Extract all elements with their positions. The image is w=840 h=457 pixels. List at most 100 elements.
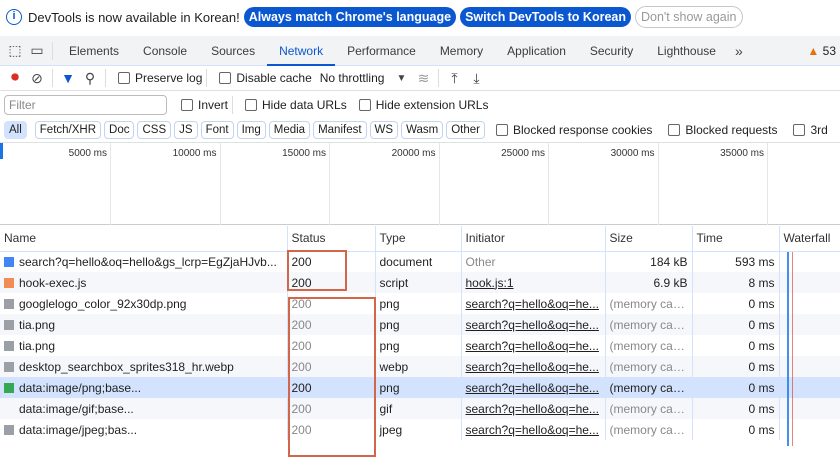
type-filter-manifest[interactable]: Manifest — [313, 121, 367, 139]
hide-extension-urls-checkbox[interactable] — [358, 99, 371, 111]
table-row[interactable]: search?q=hello&oq=hello&gs_lcrp=EgZjaHJv… — [0, 251, 840, 272]
network-conditions-icon[interactable]: ≋ — [412, 70, 434, 87]
request-initiator: Other — [461, 251, 606, 272]
timeline-overview[interactable]: 5000 ms 10000 ms 15000 ms 20000 ms 25000 ms 3… — [0, 143, 840, 225]
import-har-icon[interactable]: ⤒ — [443, 70, 465, 87]
type-filter-other[interactable]: Other — [446, 121, 485, 139]
request-initiator[interactable]: search?q=hello&oq=he... — [461, 314, 606, 335]
type-filter-js[interactable]: JS — [174, 121, 198, 139]
request-initiator[interactable]: search?q=hello&oq=he... — [461, 419, 606, 440]
type-filter-row: All Fetch/XHR Doc CSS JS Font Img Media Manifest… — [0, 118, 840, 143]
table-row[interactable]: data:image/png;base... 200 png search?q=hel… — [0, 377, 840, 398]
switch-korean-button[interactable]: Switch DevTools to Korean — [460, 7, 631, 27]
inspect-element-icon[interactable]: ⬚ — [4, 42, 26, 59]
image-icon — [4, 404, 14, 414]
tab-performance[interactable]: Performance — [335, 36, 428, 66]
request-name-text: data:image/jpeg;bas... — [19, 422, 138, 437]
divider — [232, 96, 234, 114]
preserve-log-label: Preserve log — [135, 71, 203, 85]
request-initiator[interactable]: search?q=hello&oq=he... — [461, 398, 606, 419]
request-name[interactable]: desktop_searchbox_sprites318_hr.webp — [0, 356, 288, 377]
request-name[interactable]: data:image/png;base... — [0, 377, 288, 398]
tab-memory[interactable]: Memory — [428, 36, 495, 66]
highlight-box — [288, 297, 376, 457]
tab-elements[interactable]: Elements — [57, 36, 131, 66]
tab-sources[interactable]: Sources — [199, 36, 267, 66]
tab-console[interactable]: Console — [131, 36, 199, 66]
table-row[interactable]: data:image/gif;base... 200 gif search?q=hel… — [0, 398, 840, 419]
request-name[interactable]: googlelogo_color_92x30dp.png — [0, 293, 288, 314]
column-header-initiator[interactable]: Initiator — [461, 226, 606, 252]
type-filter-all[interactable]: All — [4, 121, 27, 139]
tab-security[interactable]: Security — [578, 36, 645, 66]
request-initiator[interactable]: search?q=hello&oq=he... — [461, 356, 606, 377]
request-type: jpeg — [375, 419, 462, 440]
type-filter-media[interactable]: Media — [268, 121, 311, 139]
filter-input[interactable]: Filter — [4, 95, 167, 115]
type-filter-doc[interactable]: Doc — [104, 121, 135, 139]
type-filter-ws[interactable]: WS — [369, 121, 399, 139]
request-name-text: desktop_searchbox_sprites318_hr.webp — [19, 359, 234, 374]
table-row[interactable]: data:image/jpeg;bas... 200 jpeg search?q=he… — [0, 419, 840, 440]
type-filter-img[interactable]: Img — [236, 121, 266, 139]
request-initiator[interactable]: hook.js:1 — [461, 272, 606, 293]
clear-icon[interactable]: ⊘ — [26, 70, 48, 87]
match-language-button[interactable]: Always match Chrome's language — [243, 7, 457, 27]
hide-data-urls-checkbox[interactable] — [245, 99, 258, 111]
invert-checkbox[interactable] — [181, 99, 193, 111]
tab-lighthouse[interactable]: Lighthouse — [645, 36, 728, 66]
table-row[interactable]: desktop_searchbox_sprites318_hr.webp 200 w… — [0, 356, 840, 377]
table-row[interactable]: hook-exec.js 200 script hook.js:1 6.9 kB 8 ms — [0, 272, 840, 293]
request-name-text: search?q=hello&oq=hello&gs_lcrp=EgZjaHJv… — [19, 254, 277, 269]
third-party-checkbox[interactable] — [793, 124, 806, 136]
timeline-gridline — [219, 143, 221, 225]
request-name[interactable]: tia.png — [0, 314, 288, 335]
table-row[interactable]: googlelogo_color_92x30dp.png 200 png search… — [0, 293, 840, 314]
request-initiator[interactable]: search?q=hello&oq=he... — [461, 335, 606, 356]
column-header-time[interactable]: Time — [692, 226, 780, 252]
request-initiator[interactable]: search?q=hello&oq=he... — [461, 377, 606, 398]
search-icon[interactable]: ⚲ — [79, 70, 101, 87]
table-row[interactable]: tia.png 200 png search?q=hello&oq=he... (mem… — [0, 335, 840, 356]
table-row[interactable]: tia.png 200 png search?q=hello&oq=he... (mem… — [0, 314, 840, 335]
request-name[interactable]: search?q=hello&oq=hello&gs_lcrp=EgZjaHJv… — [0, 251, 288, 272]
type-filter-wasm[interactable]: Wasm — [401, 121, 444, 139]
column-header-type[interactable]: Type — [375, 226, 462, 252]
request-name[interactable]: data:image/jpeg;bas... — [0, 419, 288, 440]
dont-show-again-button[interactable]: Don't show again — [634, 6, 743, 28]
highlight-box — [287, 250, 347, 291]
blocked-cookies-checkbox[interactable] — [496, 124, 508, 136]
filter-icon[interactable]: ▼ — [57, 70, 79, 86]
column-header-name[interactable]: Name — [0, 226, 288, 252]
record-icon[interactable]: ⏺ — [4, 69, 26, 87]
type-filter-css[interactable]: CSS — [137, 121, 172, 139]
preserve-log-checkbox[interactable] — [118, 72, 130, 84]
device-toolbar-icon[interactable]: ▭ — [26, 42, 48, 59]
type-filter-font[interactable]: Font — [200, 121, 234, 139]
tab-application[interactable]: Application — [495, 36, 578, 66]
request-name[interactable]: data:image/gif;base... — [0, 398, 288, 419]
throttling-select[interactable]: No throttling — [320, 71, 385, 85]
tab-network[interactable]: Network — [267, 36, 336, 66]
disable-cache-checkbox[interactable] — [219, 72, 232, 84]
request-name[interactable]: tia.png — [0, 335, 288, 356]
request-time: 0 ms — [692, 398, 780, 419]
blocked-requests-checkbox[interactable] — [668, 124, 681, 136]
request-name-text: tia.png — [19, 317, 56, 332]
column-header-size[interactable]: Size — [605, 226, 693, 252]
timeline-gridline — [657, 143, 659, 225]
request-type: png — [375, 377, 462, 398]
dropdown-arrow-icon[interactable]: ▼ — [390, 73, 412, 84]
timeline-gridline — [110, 143, 111, 225]
type-filter-fetch-xhr[interactable]: Fetch/XHR — [34, 121, 102, 139]
request-time: 0 ms — [692, 314, 780, 335]
more-tabs-icon[interactable]: » — [728, 43, 750, 59]
timeline-gridline — [548, 143, 549, 225]
column-header-waterfall[interactable]: Waterfall — [779, 226, 840, 252]
export-har-icon[interactable]: ⤓ — [465, 70, 487, 87]
column-header-status[interactable]: Status — [287, 226, 376, 252]
disable-cache-label: Disable cache — [236, 71, 312, 85]
request-initiator[interactable]: search?q=hello&oq=he... — [461, 293, 606, 314]
warnings-badge[interactable]: ▲ 53 — [807, 44, 836, 58]
request-name[interactable]: hook-exec.js — [0, 272, 288, 293]
